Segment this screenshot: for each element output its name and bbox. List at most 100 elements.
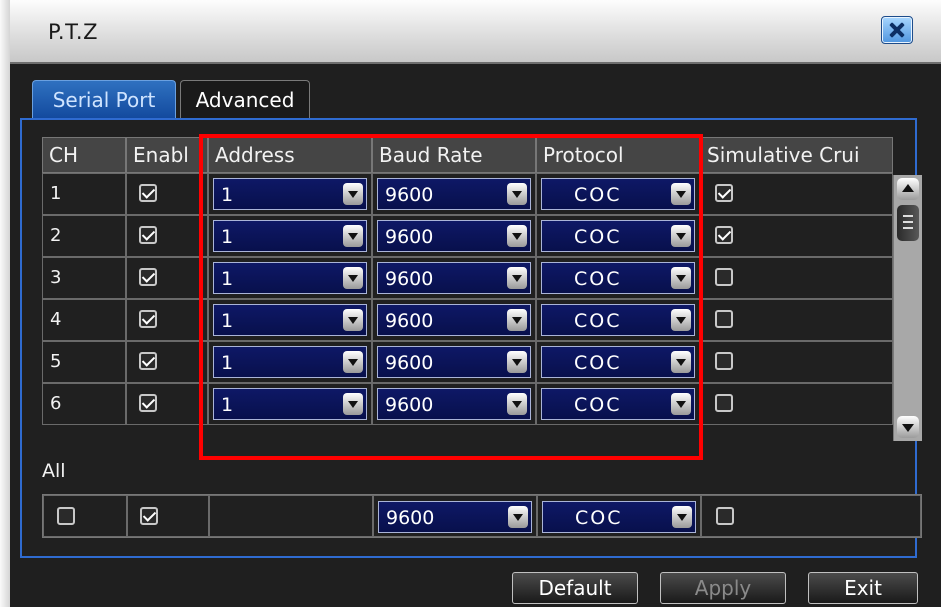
enable-checkbox[interactable] [139,352,157,370]
column-header-protocol: Protocol [536,137,700,173]
chevron-down-icon[interactable] [343,225,363,247]
address-dropdown[interactable]: 1 [213,178,367,210]
simulative-cruise-checkbox[interactable] [715,184,733,202]
baud-rate-dropdown[interactable]: 9600 [377,388,531,420]
enable-checkbox[interactable] [139,394,157,412]
protocol-dropdown[interactable]: COC [541,220,695,252]
all-enable-checkbox[interactable] [140,507,158,525]
protocol-value: COC [574,268,622,290]
baud-rate-cell: 9600 [372,341,536,383]
protocol-dropdown[interactable]: COC [541,388,695,420]
address-value: 1 [221,184,234,206]
protocol-cell: COC [536,215,700,257]
tab-serial-port[interactable]: Serial Port [32,80,176,118]
table-row-ch: 5 [42,341,126,383]
all-enable-cell [127,495,209,537]
table-row-ch: 1 [42,173,126,215]
enable-checkbox[interactable] [139,226,157,244]
simulative-cruise-checkbox[interactable] [715,352,733,370]
chevron-down-icon[interactable] [671,309,691,331]
default-button[interactable]: Default [512,572,638,604]
chevron-down-icon[interactable] [671,225,691,247]
baud-rate-cell: 9600 [372,215,536,257]
chevron-down-icon[interactable] [343,393,363,415]
enable-checkbox[interactable] [139,310,157,328]
chevron-down-icon[interactable] [507,351,527,373]
baud-rate-cell: 9600 [372,257,536,299]
chevron-down-icon[interactable] [508,506,528,528]
chevron-down-icon[interactable] [343,351,363,373]
address-dropdown[interactable]: 1 [213,346,367,378]
simulative-cruise-cell [700,383,893,425]
chevron-down-icon[interactable] [507,267,527,289]
address-dropdown[interactable]: 1 [213,304,367,336]
baud-rate-value: 9600 [385,394,434,416]
address-value: 1 [221,226,234,248]
enable-cell [126,299,208,341]
address-value: 1 [221,310,234,332]
address-value: 1 [221,268,234,290]
baud-rate-dropdown[interactable]: 9600 [377,178,531,210]
address-cell: 1 [208,341,372,383]
table-scrollbar[interactable] [893,175,922,441]
enable-checkbox[interactable] [139,184,157,202]
simulative-cruise-checkbox[interactable] [715,226,733,244]
scroll-thumb[interactable] [897,205,919,241]
protocol-dropdown[interactable]: COC [541,262,695,294]
chevron-down-icon[interactable] [507,183,527,205]
simulative-cruise-cell [700,173,893,215]
baud-rate-value: 9600 [385,184,434,206]
address-dropdown[interactable]: 1 [213,262,367,294]
address-cell: 1 [208,215,372,257]
protocol-dropdown[interactable]: COC [541,304,695,336]
enable-cell [126,173,208,215]
exit-button[interactable]: Exit [808,572,918,604]
baud-rate-dropdown[interactable]: 9600 [377,220,531,252]
chevron-down-icon[interactable] [507,393,527,415]
address-dropdown[interactable]: 1 [213,220,367,252]
chevron-down-icon[interactable] [671,393,691,415]
enable-cell [126,341,208,383]
apply-button[interactable]: Apply [660,572,786,604]
simulative-cruise-checkbox[interactable] [715,268,733,286]
all-label: All [42,460,66,482]
chevron-down-icon[interactable] [671,267,691,289]
chevron-down-icon[interactable] [343,267,363,289]
chevron-down-icon[interactable] [671,351,691,373]
simulative-cruise-checkbox[interactable] [715,310,733,328]
select-all-checkbox[interactable] [57,507,75,525]
protocol-dropdown[interactable]: COC [541,346,695,378]
baud-rate-dropdown[interactable]: 9600 [377,346,531,378]
baud-rate-value: 9600 [385,352,434,374]
enable-checkbox[interactable] [139,268,157,286]
address-cell: 1 [208,383,372,425]
simulative-cruise-cell [700,215,893,257]
chevron-down-icon[interactable] [507,309,527,331]
tab-advanced[interactable]: Advanced [180,80,310,118]
baud-rate-dropdown[interactable]: 9600 [377,304,531,336]
protocol-dropdown[interactable]: COC [541,178,695,210]
table-row-ch: 4 [42,299,126,341]
all-simulative-cruise-checkbox[interactable] [716,507,734,525]
chevron-down-icon[interactable] [343,309,363,331]
chevron-down-icon[interactable] [671,183,691,205]
all-baud-rate-dropdown[interactable]: 9600 [378,501,532,533]
simulative-cruise-checkbox[interactable] [715,394,733,412]
chevron-down-icon[interactable] [507,225,527,247]
address-dropdown[interactable]: 1 [213,388,367,420]
scroll-up-icon[interactable] [897,178,919,200]
baud-rate-value: 9600 [385,310,434,332]
close-icon[interactable] [881,16,913,44]
baud-rate-dropdown[interactable]: 9600 [377,262,531,294]
column-header-enable: Enabl [126,137,208,173]
enable-cell [126,383,208,425]
chevron-down-icon[interactable] [672,506,692,528]
column-header-address: Address [208,137,372,173]
chevron-down-icon[interactable] [343,183,363,205]
scroll-down-icon[interactable] [897,416,919,438]
column-header-simulative-cruise: Simulative Crui [700,137,893,173]
protocol-cell: COC [536,341,700,383]
protocol-cell: COC [536,173,700,215]
all-protocol-dropdown[interactable]: COC [542,501,696,533]
enable-cell [126,257,208,299]
